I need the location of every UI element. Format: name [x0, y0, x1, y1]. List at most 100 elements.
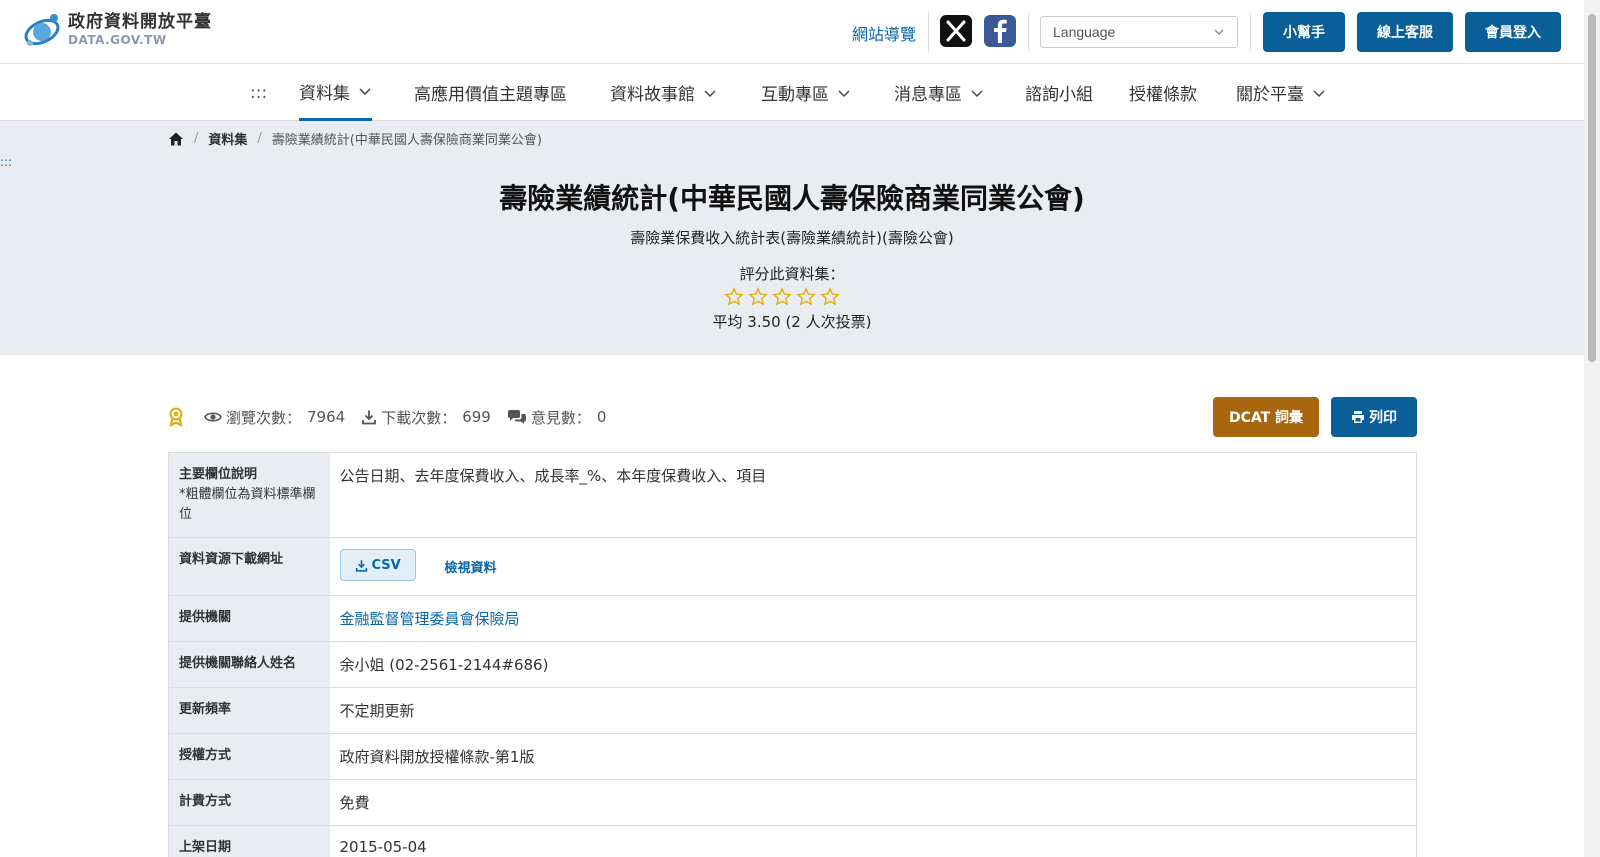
chevron-down-icon	[1313, 89, 1325, 97]
rating-average: 平均 3.50 (2 人次投票)	[712, 313, 872, 331]
top-header: 政府資料開放平臺 DATA.GOV.TW 網站導覽 Language 小幫手 線…	[0, 0, 1584, 64]
logo-icon	[22, 10, 64, 50]
views-count: 7964	[307, 408, 346, 426]
csv-download-button[interactable]: CSV	[339, 549, 416, 582]
logo-title: 政府資料開放平臺	[68, 11, 212, 32]
csv-label: CSV	[371, 557, 401, 573]
table-row: 計費方式 免費	[168, 779, 1417, 826]
nav-item-data-stories[interactable]: 資料故事館	[610, 64, 717, 121]
home-icon[interactable]	[168, 131, 184, 147]
language-select-value: Language	[1053, 24, 1116, 40]
printer-icon	[1352, 411, 1364, 423]
dcat-button[interactable]: DCAT 詞彙	[1213, 397, 1319, 437]
license-value: 政府資料開放授權條款-第1版	[329, 733, 1417, 780]
star-icon[interactable]	[820, 287, 840, 307]
contact-key: 提供機關聯絡人姓名	[168, 641, 330, 688]
org-link[interactable]: 金融監督管理委員會保險局	[340, 610, 520, 628]
badge-icon	[169, 407, 183, 427]
nav-item-about[interactable]: 關於平臺	[1236, 64, 1326, 121]
chevron-down-icon	[704, 89, 716, 97]
nav-item-advisory[interactable]: 諮詢小組	[1025, 64, 1093, 121]
nav-item-interactive[interactable]: 互動專區	[761, 64, 851, 121]
download-icon	[355, 560, 367, 572]
comments-icon	[507, 410, 526, 424]
star-icon[interactable]	[796, 287, 816, 307]
chevron-down-icon	[971, 89, 983, 97]
table-row: 提供機關聯絡人姓名 余小姐 (02-2561-2144#686)	[168, 641, 1417, 688]
downloads-label: 下載次數：	[381, 408, 457, 427]
fee-key: 計費方式	[168, 779, 330, 826]
downloads-count: 699	[462, 408, 491, 426]
comments-count: 0	[596, 408, 607, 426]
divider	[1028, 12, 1029, 52]
sitemap-link[interactable]: 網站導覽	[852, 21, 916, 45]
table-row: 資料資源下載網址 CSV 檢視資料	[168, 537, 1417, 596]
language-select[interactable]: Language	[1040, 16, 1238, 48]
breadcrumb-separator: /	[257, 131, 262, 146]
star-icon[interactable]	[724, 287, 744, 307]
nav-item-license[interactable]: 授權條款	[1129, 64, 1197, 121]
dataset-info-table: 主要欄位說明 *粗體欄位為資料標準欄位 公告日期、去年度保費收入、成長率_%、本…	[168, 451, 1417, 857]
freq-key: 更新頻率	[168, 687, 330, 734]
download-icon	[362, 410, 377, 425]
license-key: 授權方式	[168, 733, 330, 780]
breadcrumb-datasets[interactable]: 資料集	[208, 129, 247, 148]
main-nav: ::: 資料集 高應用價值主題專區 資料故事館 互動專區 消息專區 諮詢小組 授…	[0, 64, 1584, 121]
freq-value: 不定期更新	[329, 687, 1417, 734]
date-value: 2015-05-04	[329, 825, 1417, 857]
rating-label: 評分此資料集：	[739, 265, 845, 283]
table-row: 更新頻率 不定期更新	[168, 687, 1417, 734]
nav-item-news[interactable]: 消息專區	[894, 64, 984, 121]
divider	[1250, 12, 1251, 52]
fields-value: 公告日期、去年度保費收入、成長率_%、本年度保費收入、項目	[329, 451, 1417, 538]
print-label: 列印	[1369, 410, 1397, 426]
date-key: 上架日期	[168, 825, 330, 857]
breadcrumb: / 資料集 / 壽險業績統計(中華民國人壽保險商業同業公會)	[168, 129, 542, 148]
view-data-link[interactable]: 檢視資料	[445, 561, 497, 576]
rating-stars[interactable]	[724, 287, 840, 307]
breadcrumb-separator: /	[194, 131, 199, 146]
scrollbar-thumb[interactable]	[1588, 14, 1596, 362]
nav-item-label: 資料故事館	[610, 85, 695, 105]
page-scrollbar[interactable]	[1584, 0, 1600, 857]
table-row: 提供機關 金融監督管理委員會保險局	[168, 595, 1417, 642]
divider	[928, 12, 929, 52]
fields-key-note: *粗體欄位為資料標準欄位	[179, 487, 316, 523]
star-icon[interactable]	[748, 287, 768, 307]
nav-item-label: 資料集	[299, 83, 350, 104]
eye-icon	[204, 412, 222, 422]
table-row: 主要欄位說明 *粗體欄位為資料標準欄位 公告日期、去年度保費收入、成長率_%、本…	[168, 451, 1417, 538]
comments-label: 意見數：	[530, 408, 591, 427]
nav-item-label: 授權條款	[1129, 85, 1197, 105]
nav-item-label: 諮詢小組	[1025, 85, 1093, 105]
nav-item-label: 關於平臺	[1236, 85, 1304, 105]
resource-key: 資料資源下載網址	[168, 537, 330, 596]
logo-subtitle: DATA.GOV.TW	[68, 33, 167, 48]
dataset-subtitle: 壽險業保費收入統計表(壽險業績統計)(壽險公會)	[630, 229, 954, 247]
side-menu-toggle[interactable]: :::	[0, 155, 12, 169]
fields-key: 主要欄位說明 *粗體欄位為資料標準欄位	[168, 451, 330, 538]
site-logo[interactable]: 政府資料開放平臺 DATA.GOV.TW	[22, 10, 212, 50]
helper-button[interactable]: 小幫手	[1263, 12, 1345, 52]
x-twitter-icon[interactable]	[940, 15, 972, 47]
chevron-down-icon	[1214, 29, 1224, 35]
star-icon[interactable]	[772, 287, 792, 307]
dataset-stats: 瀏覽次數： 7964 下載次數： 699 意見數： 0	[168, 401, 606, 433]
member-login-button[interactable]: 會員登入	[1465, 12, 1561, 52]
org-key: 提供機關	[168, 595, 330, 642]
table-row: 授權方式 政府資料開放授權條款-第1版	[168, 733, 1417, 780]
nav-menu-toggle[interactable]: :::	[250, 64, 267, 121]
contact-value: 余小姐 (02-2561-2144#686)	[329, 641, 1417, 688]
chevron-down-icon	[359, 88, 371, 96]
print-button[interactable]: 列印	[1331, 397, 1417, 437]
nav-item-high-value[interactable]: 高應用價值主題專區	[414, 64, 567, 121]
dataset-hero: / 資料集 / 壽險業績統計(中華民國人壽保險商業同業公會) ::: 壽險業績統…	[0, 121, 1584, 355]
nav-item-datasets[interactable]: 資料集	[299, 64, 372, 121]
dataset-title: 壽險業績統計(中華民國人壽保險商業同業公會)	[499, 182, 1085, 215]
chevron-down-icon	[838, 89, 850, 97]
nav-item-label: 高應用價值主題專區	[414, 85, 567, 105]
online-support-button[interactable]: 線上客服	[1357, 12, 1453, 52]
breadcrumb-current: 壽險業績統計(中華民國人壽保險商業同業公會)	[271, 133, 542, 148]
views-label: 瀏覽次數：	[226, 408, 302, 427]
facebook-icon[interactable]	[984, 15, 1016, 47]
